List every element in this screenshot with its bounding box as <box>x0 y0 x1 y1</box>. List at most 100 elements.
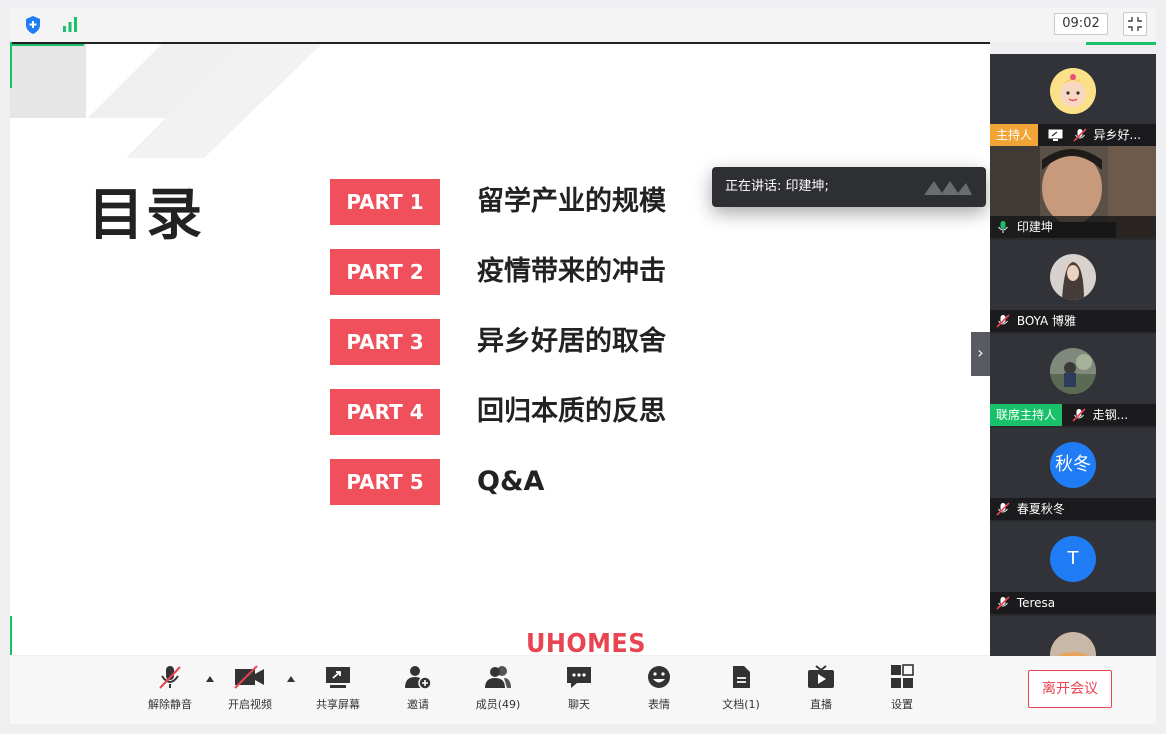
leave-meeting-button[interactable]: 离开会议 <box>1028 670 1112 708</box>
part-1-badge: PART 1 <box>330 179 440 225</box>
shared-screen-slide: 目录 PART 1 留学产业的规模 PART 2 疫情带来的冲击 PART 3 … <box>10 42 990 655</box>
mic-muted-icon <box>1072 408 1086 422</box>
photo-avatar <box>1050 348 1096 394</box>
chat-label: 聊天 <box>568 698 590 711</box>
part-1-title: 留学产业的规模 <box>477 186 666 217</box>
chat-icon <box>567 667 591 688</box>
participant-name: Teresa <box>1016 596 1056 610</box>
unmute-button[interactable]: 解除静音 <box>140 664 200 712</box>
invite-label: 邀请 <box>407 698 429 711</box>
participant-tile[interactable]: 主持人 异乡好... <box>990 54 1156 146</box>
invite-button[interactable]: 邀请 <box>388 664 448 712</box>
part-3-title: 异乡好居的取舍 <box>477 326 666 357</box>
share-screen-icon <box>326 667 350 688</box>
document-icon <box>733 666 750 688</box>
participant-name: 春夏秋冬 <box>1016 502 1065 516</box>
participant-namebar: BOYA 博雅 <box>990 310 1156 332</box>
part-3-badge: PART 3 <box>330 319 440 365</box>
participant-namebar: Teresa <box>990 592 1156 614</box>
active-speaker-tooltip: 正在讲话: 印建坤; <box>712 167 986 207</box>
docs-button[interactable]: 文档(1) <box>711 664 771 712</box>
screen-share-icon <box>1048 129 1063 141</box>
members-icon <box>485 666 511 688</box>
host-tag: 主持人 <box>990 124 1039 146</box>
video-off-icon <box>234 665 264 689</box>
slide-title: 目录 <box>88 183 204 248</box>
live-button[interactable]: 直播 <box>791 664 851 712</box>
participant-name: 异乡好... <box>1093 128 1141 142</box>
docs-label: 文档(1) <box>722 698 760 711</box>
mic-muted-icon <box>1073 128 1087 142</box>
meeting-window: 09:02 目录 PART 1 留学产业的规模 PART 2 疫情带来的冲击 P… <box>0 0 1166 734</box>
part-2-title: 疫情带来的冲击 <box>477 256 666 287</box>
uhomes-logo: UHOMES <box>526 629 646 655</box>
part-4-title: 回归本质的反思 <box>477 396 666 427</box>
mic-muted-icon <box>159 666 181 689</box>
members-label: 成员(49) <box>475 698 521 711</box>
participant-name: 印建坤 <box>1016 220 1053 234</box>
participant-tile[interactable] <box>990 616 1156 656</box>
audio-wave-icon <box>924 181 972 195</box>
chat-button[interactable]: 聊天 <box>549 664 609 712</box>
share-screen-button[interactable]: 共享屏幕 <box>308 664 368 712</box>
members-button[interactable]: 成员(49) <box>468 664 528 712</box>
letter-avatar: T <box>1050 536 1096 582</box>
mic-muted-icon <box>996 502 1010 516</box>
live-label: 直播 <box>810 698 832 711</box>
smiley-icon <box>648 666 670 688</box>
photo-avatar <box>1050 632 1096 656</box>
participant-namebar: 联席主持人 走钢... <box>990 404 1156 426</box>
active-speaker-text: 正在讲话: 印建坤; <box>725 179 829 194</box>
collapse-panel-button[interactable]: › <box>971 332 990 376</box>
meeting-toolbar: 解除静音 开启视频 共享屏幕 邀请 成员(49) 聊天 表情 文档(1) 直播 … <box>10 656 1156 724</box>
participant-tile[interactable]: 秋冬 春夏秋冬 <box>990 428 1156 520</box>
share-frame-corner <box>1086 42 1156 45</box>
top-bar: 09:02 <box>10 8 1156 42</box>
share-frame-corner <box>10 616 12 655</box>
participant-name: BOYA 博雅 <box>1016 314 1077 328</box>
part-2-badge: PART 2 <box>330 249 440 295</box>
photo-avatar <box>1050 254 1096 300</box>
settings-button[interactable]: 设置 <box>872 664 932 712</box>
reactions-label: 表情 <box>648 698 670 711</box>
participant-namebar: 春夏秋冬 <box>990 498 1156 520</box>
settings-label: 设置 <box>891 698 913 711</box>
part-5-badge: PART 5 <box>330 459 440 505</box>
share-frame-corner <box>10 42 12 88</box>
unmute-label: 解除静音 <box>148 698 192 711</box>
exit-fullscreen-icon <box>1128 17 1142 31</box>
participant-namebar: 印建坤 <box>990 216 1156 238</box>
mic-muted-icon <box>996 596 1010 610</box>
participant-namebar: 主持人 异乡好... <box>990 124 1156 146</box>
participant-panel: 主持人 异乡好... 印建坤 BOYA 博雅 联席主持人 走钢... 秋冬 春夏… <box>990 54 1156 656</box>
participant-tile[interactable]: BOYA 博雅 <box>990 240 1156 332</box>
network-signal-icon[interactable] <box>60 15 80 33</box>
slide-top-border <box>10 42 990 44</box>
part-5-title: Q&A <box>477 466 545 497</box>
slide-corner-decoration <box>10 42 324 158</box>
mic-muted-icon <box>996 314 1010 328</box>
participant-tile[interactable]: 印建坤 <box>990 146 1156 238</box>
exit-fullscreen-button[interactable] <box>1123 12 1147 36</box>
participant-tile[interactable]: T Teresa <box>990 522 1156 614</box>
part-4-badge: PART 4 <box>330 389 440 435</box>
reactions-button[interactable]: 表情 <box>629 664 689 712</box>
live-tv-icon <box>808 665 834 688</box>
cartoon-avatar <box>1050 68 1096 114</box>
cohost-tag: 联席主持人 <box>990 404 1063 426</box>
mic-active-icon <box>998 221 1008 233</box>
letter-avatar: 秋冬 <box>1050 442 1096 488</box>
security-shield-icon[interactable] <box>24 15 42 35</box>
chevron-right-icon: › <box>977 343 984 362</box>
start-video-label: 开启视频 <box>228 698 272 711</box>
share-frame-corner <box>10 44 84 46</box>
add-user-icon <box>405 666 432 690</box>
start-video-button[interactable]: 开启视频 <box>220 664 280 712</box>
audio-options-caret[interactable] <box>206 676 214 682</box>
participant-tile[interactable]: 联席主持人 走钢... <box>990 334 1156 426</box>
meeting-timer: 09:02 <box>1054 13 1108 35</box>
share-screen-label: 共享屏幕 <box>316 698 360 711</box>
video-options-caret[interactable] <box>287 676 295 682</box>
participant-name: 走钢... <box>1092 408 1129 422</box>
grid-settings-icon <box>891 664 914 688</box>
